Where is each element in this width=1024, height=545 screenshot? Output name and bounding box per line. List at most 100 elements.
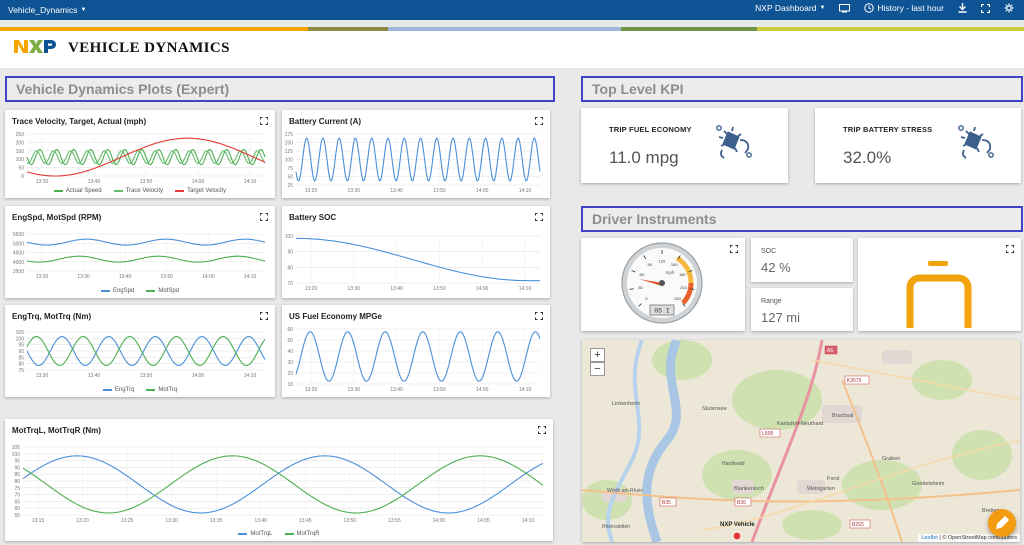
legend-swatch xyxy=(113,190,123,192)
place-label: Gondelsheim xyxy=(912,481,945,487)
vehicle-map[interactable]: Bruchsal Karlsdorf-Neuthard Forst Weingarte… xyxy=(582,340,1020,542)
trace-velocity-card: Trace Velocity, Target, Actual (mph) 250… xyxy=(5,110,275,198)
y-tick-label: 4500 xyxy=(13,251,24,257)
x-tick-label: 13:50 xyxy=(433,188,446,194)
kpi-label: TRIP BATTERY STRESS xyxy=(843,125,933,134)
legend-item[interactable]: MotTrqR xyxy=(284,531,320,537)
section-kpi-header: Top Level KPI xyxy=(581,76,1023,102)
gauge-readout: 05 I xyxy=(654,308,670,315)
place-label: Rheinstetten xyxy=(602,524,630,530)
legend-item[interactable]: MotTrqL xyxy=(238,531,273,537)
download-icon xyxy=(958,3,967,13)
y-tick-label: 200 xyxy=(16,140,25,146)
x-tick-label: 14:00 xyxy=(476,286,489,292)
x-tick-label: 13:30 xyxy=(348,286,361,292)
place-label: Blankenloch xyxy=(734,486,764,492)
x-tick-label: 14:10 xyxy=(519,387,532,393)
dashboard-menu[interactable]: NXP Dashboard ▼ xyxy=(755,3,825,13)
legend-item[interactable]: Trace Velocity xyxy=(113,188,163,194)
gauge-tick-label: 30 xyxy=(638,285,643,290)
expand-icon[interactable] xyxy=(730,245,738,253)
display-mode-button[interactable] xyxy=(839,3,851,13)
range-card: Range 127 mi xyxy=(751,288,853,331)
battery-current-card: Battery Current (A) 175 150 125 100 75 50 25 13… xyxy=(282,110,550,198)
banner-title: VEHICLE DYNAMICS xyxy=(68,40,230,56)
plot-area: 1051009590858075 13:30 13:40 13:50 14:00 14:1… xyxy=(16,330,266,379)
x-tick-label: 13:30 xyxy=(77,274,90,280)
x-tick-label: 13:40 xyxy=(119,274,132,280)
legend-item[interactable]: Target Velocity xyxy=(175,188,226,194)
road-label: B36 xyxy=(737,500,746,506)
history-label: History - last hour xyxy=(877,3,944,13)
place-label: Graben xyxy=(882,456,900,462)
history-button[interactable]: History - last hour xyxy=(864,3,944,13)
fullscreen-button[interactable] xyxy=(981,3,990,13)
series-line xyxy=(22,455,544,514)
legend-item[interactable]: MotTrq xyxy=(146,387,177,393)
y-tick-label: 100 xyxy=(285,158,294,164)
road-label: B35 xyxy=(662,500,671,506)
legend-swatch xyxy=(238,533,248,535)
app-selector[interactable]: Vehicle_Dynamics ▼ xyxy=(8,5,86,15)
road-label: B293 xyxy=(852,522,864,528)
edit-fab-button[interactable] xyxy=(988,509,1016,537)
y-tick-label: 40 xyxy=(287,349,293,355)
vehicle-label: NXP Vehicle xyxy=(720,522,755,528)
gauge-tick-label: 180 xyxy=(679,272,686,277)
town-area xyxy=(882,350,912,364)
gauge-tick-label: 60 xyxy=(639,272,644,277)
place-label: Wörth am Rhein xyxy=(607,488,643,494)
download-button[interactable] xyxy=(958,3,967,13)
x-tick-label: 13:40 xyxy=(390,188,403,194)
place-label: Bruchsal xyxy=(832,413,853,419)
trip-fuel-economy-card: TRIP FUEL ECONOMY 11.0 mpg xyxy=(581,108,788,183)
place-label: Forst xyxy=(827,476,840,482)
settings-button[interactable] xyxy=(1004,3,1014,13)
battery-icon xyxy=(906,261,972,328)
series-line xyxy=(22,455,544,514)
top-bar: Vehicle_Dynamics ▼ NXP Dashboard ▼ Histo… xyxy=(0,0,1024,20)
y-tick-label: 80 xyxy=(18,362,24,368)
x-tick-label: 14:00 xyxy=(433,518,446,524)
x-tick-label: 13:40 xyxy=(88,373,101,379)
legend-swatch xyxy=(102,389,112,391)
x-tick-label: 13:55 xyxy=(388,518,401,524)
forest-area xyxy=(912,360,972,400)
zoom-in-button[interactable]: + xyxy=(590,348,605,362)
legend-item[interactable]: EngSpd xyxy=(100,288,134,294)
speedometer-card: 0 30 60 90 120 150 180 210 240 mph 05 I xyxy=(581,238,745,331)
y-tick-label: 60 xyxy=(14,506,20,512)
zoom-out-button[interactable]: − xyxy=(590,362,605,376)
y-tick-label: 150 xyxy=(16,149,25,155)
x-tick-label: 13:40 xyxy=(88,179,101,185)
y-tick-label: 125 xyxy=(285,149,294,155)
legend-label: MotTrqL xyxy=(250,531,273,537)
fuel-economy-card: US Fuel Economy MPGe 60 50 40 30 20 10 13:20 13… xyxy=(282,305,550,397)
x-tick-label: 13:40 xyxy=(254,518,267,524)
road-label: A5 xyxy=(827,348,833,354)
x-tick-label: 14:10 xyxy=(522,518,535,524)
gear-icon xyxy=(1004,3,1014,13)
y-tick-label: 60 xyxy=(287,327,293,333)
y-tick-label: 4000 xyxy=(13,260,24,266)
legend-item[interactable]: Actual Speed xyxy=(53,188,102,194)
leaflet-link[interactable]: Leaflet xyxy=(921,535,938,541)
y-tick-label: 70 xyxy=(14,493,20,499)
x-tick-label: 13:30 xyxy=(348,188,361,194)
y-tick-label: 70 xyxy=(287,281,293,287)
expand-icon[interactable] xyxy=(1006,245,1014,253)
gauge-unit: mph xyxy=(666,270,675,275)
stripe-segment xyxy=(621,27,757,31)
legend-item[interactable]: MotSpd xyxy=(146,288,179,294)
y-tick-label: 75 xyxy=(14,486,20,492)
x-tick-label: 14:00 xyxy=(192,373,205,379)
battery-level-card xyxy=(858,238,1021,331)
x-tick-label: 13:40 xyxy=(390,286,403,292)
forest-area xyxy=(652,340,712,380)
plot-area: 100 90 80 70 13:20 13:30 13:40 13:50 14:00 14:10 xyxy=(285,234,540,292)
monitor-icon xyxy=(839,3,851,12)
y-tick-label: 100 xyxy=(16,157,25,163)
legend-swatch xyxy=(146,290,156,292)
legend-item[interactable]: EngTrq xyxy=(102,387,134,393)
y-tick-label: 3500 xyxy=(13,269,24,275)
